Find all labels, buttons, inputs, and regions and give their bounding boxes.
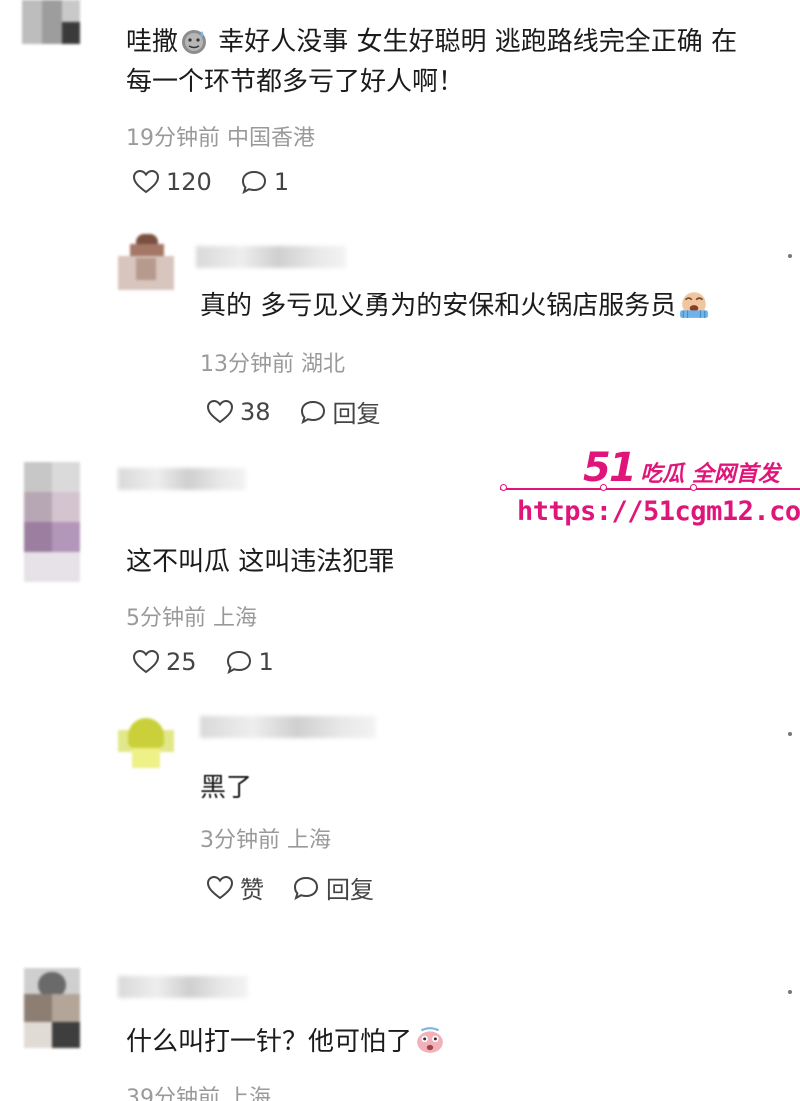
reply-meta: 3分钟前 上海 — [200, 828, 331, 853]
avatar[interactable] — [24, 462, 80, 582]
comment-text: 什么叫打一针？他可怕了 — [126, 1024, 448, 1060]
watermark-dot — [500, 484, 507, 491]
reply-button[interactable]: 1 — [240, 168, 289, 196]
watermark-slogan: 吃瓜 全网首发 — [640, 462, 780, 487]
comment-actions: 25 1 — [132, 648, 274, 676]
crying-emoji-icon — [680, 292, 709, 318]
comment-text: 哇撒 幸好人没事 女生好聪明 逃跑路线完全正确 在 — [126, 27, 738, 57]
username[interactable] — [196, 246, 346, 268]
avatar[interactable] — [118, 712, 174, 768]
username[interactable] — [118, 976, 248, 998]
watermark-number: 51 — [583, 445, 637, 491]
avatar[interactable] — [24, 968, 80, 1048]
reply-actions: 38 回复 — [206, 394, 381, 429]
comment-bubble-icon — [300, 400, 325, 424]
avatar[interactable] — [118, 234, 174, 290]
comment-bubble-icon — [226, 650, 251, 675]
like-button[interactable]: 赞 — [206, 870, 264, 905]
like-count: 120 — [166, 168, 212, 196]
more-options-icon[interactable] — [788, 254, 792, 258]
reply-count: 1 — [273, 168, 290, 196]
reply-label: 回复 — [332, 400, 381, 428]
like-button[interactable]: 120 — [132, 168, 212, 196]
like-count: 25 — [166, 648, 197, 676]
like-button[interactable]: 38 — [206, 398, 271, 426]
like-count: 38 — [240, 397, 271, 426]
username[interactable] — [118, 468, 246, 490]
heart-icon — [132, 169, 160, 194]
avatar[interactable] — [22, 0, 80, 44]
reply-button[interactable]: 回复 — [292, 870, 374, 905]
reply-button[interactable]: 1 — [225, 648, 274, 676]
more-options-icon[interactable] — [788, 990, 792, 994]
comment-text-line2: 每一个环节都多亏了好人啊！ — [126, 67, 465, 97]
reply-text: 真的 多亏见义勇为的安保和火锅店服务员 — [200, 288, 712, 324]
heart-icon — [206, 875, 234, 899]
comment-meta: 19分钟前 中国香港 — [126, 126, 315, 151]
watermark-url: https://51cgm12.com — [517, 496, 800, 527]
comment-actions: 120 1 — [132, 168, 289, 196]
comment-meta: 39分钟前 上海 — [126, 1086, 271, 1101]
comment-text: 这不叫瓜 这叫违法犯罪 — [126, 547, 395, 577]
username[interactable] — [200, 716, 376, 738]
like-label: 赞 — [240, 876, 264, 904]
more-options-icon[interactable] — [788, 732, 792, 736]
sweat-emoji-icon — [182, 30, 207, 54]
like-button[interactable]: 25 — [132, 648, 197, 676]
watermark-divider — [500, 488, 800, 490]
comment-bubble-icon — [241, 170, 266, 195]
comment-feed: 哇撒 幸好人没事 女生好聪明 逃跑路线完全正确 在 每一个环节都多亏了好人啊！ … — [0, 0, 800, 1101]
comment-meta: 5分钟前 上海 — [126, 606, 257, 631]
reply-button[interactable]: 回复 — [299, 394, 381, 429]
heart-icon — [206, 399, 234, 423]
reply-label: 回复 — [326, 876, 374, 904]
reply-text: 黑了 — [200, 773, 253, 803]
shocked-emoji-icon — [417, 1027, 443, 1053]
heart-icon — [132, 649, 160, 674]
reply-count: 1 — [258, 648, 274, 676]
watermark-brand: 51 吃瓜 全网首发 — [583, 445, 780, 491]
comment-bubble-icon — [293, 876, 319, 900]
watermark-dot — [600, 484, 607, 491]
watermark-dot — [690, 484, 697, 491]
reply-meta: 13分钟前 湖北 — [200, 352, 345, 377]
reply-actions: 赞 回复 — [206, 870, 374, 905]
